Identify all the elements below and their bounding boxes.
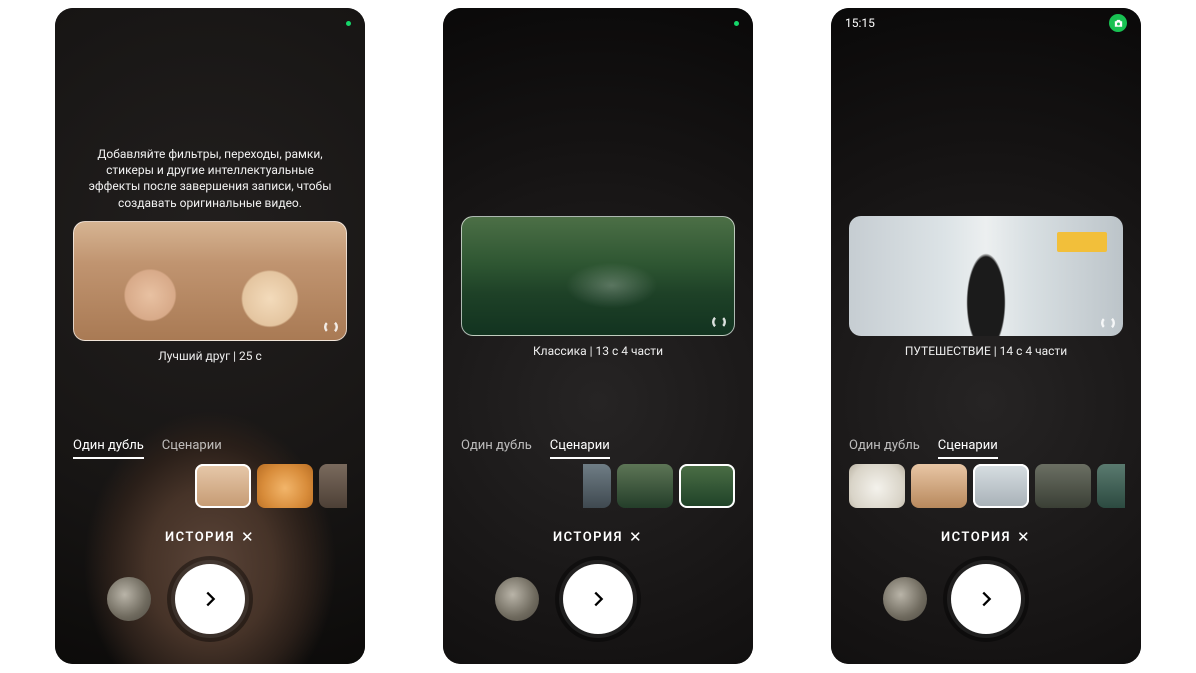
bottom-controls: [55, 564, 365, 634]
template-preview[interactable]: [849, 216, 1123, 336]
shutter-button[interactable]: [563, 564, 633, 634]
onboarding-tip: Добавляйте фильтры, переходы, рамки, сти…: [73, 146, 347, 363]
status-bar: [55, 14, 365, 32]
phone-screenshot-2: Классика | 13 с 4 части Один дубль Сцена…: [443, 8, 753, 664]
template-thumbnails: [195, 464, 347, 512]
status-indicator-icon: [346, 21, 351, 26]
chevron-right-icon: [975, 588, 997, 610]
template-thumbnail[interactable]: [319, 464, 347, 508]
template-caption: Классика | 13 с 4 части: [533, 344, 663, 358]
tab-scenarios[interactable]: Сценарии: [550, 438, 610, 459]
bottom-controls: [443, 564, 753, 634]
close-icon[interactable]: ✕: [1017, 528, 1031, 546]
chevron-right-icon: [199, 588, 221, 610]
story-mode-label: ИСТОРИЯ ✕: [831, 528, 1141, 546]
template-thumbnail[interactable]: [849, 464, 905, 508]
tab-single-take[interactable]: Один дубль: [73, 438, 144, 459]
status-time: 15:15: [845, 16, 875, 30]
status-indicator-icon: [734, 21, 739, 26]
template-preview-wrap: Классика | 13 с 4 части: [461, 216, 735, 358]
status-bar: [443, 14, 753, 32]
template-thumbnail[interactable]: [617, 464, 673, 508]
shutter-button[interactable]: [175, 564, 245, 634]
template-caption: ПУТЕШЕСТВИЕ | 14 с 4 части: [905, 344, 1067, 358]
template-preview[interactable]: [461, 216, 735, 336]
gallery-button[interactable]: [495, 577, 539, 621]
story-label-text: ИСТОРИЯ: [553, 530, 623, 545]
template-thumbnail[interactable]: [1097, 464, 1125, 508]
tab-scenarios[interactable]: Сценарии: [162, 438, 222, 459]
gallery-button[interactable]: [107, 577, 151, 621]
camera-active-icon: [1109, 14, 1127, 32]
template-thumbnails: [583, 464, 735, 512]
tab-single-take[interactable]: Один дубль: [849, 438, 920, 459]
template-thumbnail[interactable]: [973, 464, 1029, 508]
tip-text: Добавляйте фильтры, переходы, рамки, сти…: [73, 146, 347, 211]
close-icon[interactable]: ✕: [629, 528, 643, 546]
phone-screenshot-3: 15:15 ПУТЕШЕСТВИЕ | 14 с 4 части Один ду…: [831, 8, 1141, 664]
mode-tabs: Один дубль Сценарии: [849, 438, 1123, 459]
mode-tabs: Один дубль Сценарии: [73, 438, 347, 459]
phone-screenshot-1: Добавляйте фильтры, переходы, рамки, сти…: [55, 8, 365, 664]
story-label-text: ИСТОРИЯ: [941, 530, 1011, 545]
mode-tabs: Один дубль Сценарии: [461, 438, 735, 459]
template-thumbnail[interactable]: [257, 464, 313, 508]
story-mode-label: ИСТОРИЯ ✕: [55, 528, 365, 546]
template-thumbnail[interactable]: [1035, 464, 1091, 508]
template-caption: Лучший друг | 25 с: [73, 349, 347, 363]
close-icon[interactable]: ✕: [241, 528, 255, 546]
gallery-button[interactable]: [883, 577, 927, 621]
story-mode-label: ИСТОРИЯ ✕: [443, 528, 753, 546]
template-thumbnail[interactable]: [195, 464, 251, 508]
template-thumbnails: [849, 464, 1141, 512]
shutter-button[interactable]: [951, 564, 1021, 634]
tab-single-take[interactable]: Один дубль: [461, 438, 532, 459]
template-thumbnail[interactable]: [911, 464, 967, 508]
template-thumbnail[interactable]: [583, 464, 611, 508]
story-label-text: ИСТОРИЯ: [165, 530, 235, 545]
chevron-right-icon: [587, 588, 609, 610]
template-preview-wrap: ПУТЕШЕСТВИЕ | 14 с 4 части: [849, 216, 1123, 358]
template-preview[interactable]: [73, 221, 347, 341]
bottom-controls: [831, 564, 1141, 634]
status-bar: 15:15: [831, 14, 1141, 32]
tab-scenarios[interactable]: Сценарии: [938, 438, 998, 459]
template-thumbnail[interactable]: [679, 464, 735, 508]
